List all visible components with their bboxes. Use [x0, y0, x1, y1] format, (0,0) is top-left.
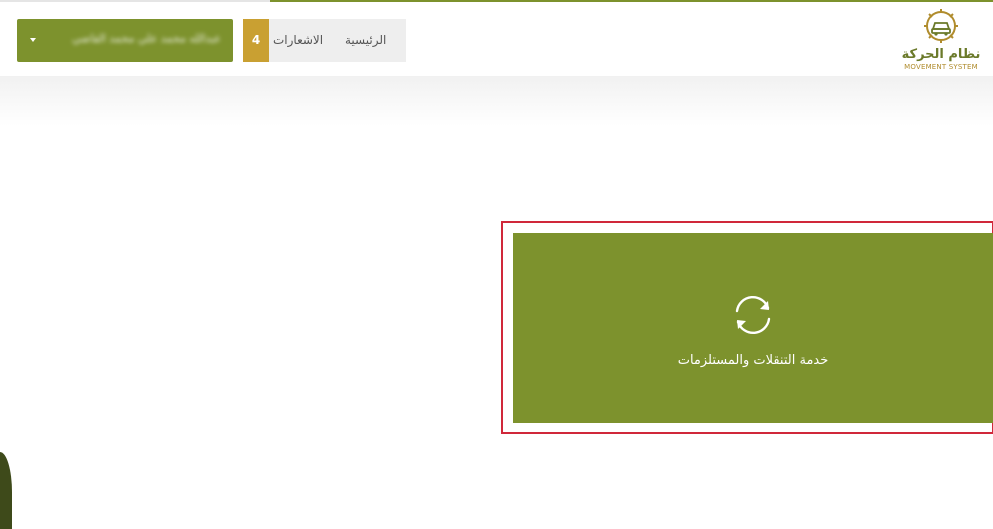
- corner-decoration: [0, 452, 12, 529]
- nav-home-link[interactable]: الرئيسية: [345, 19, 386, 62]
- user-menu-button[interactable]: عبدالله محمد علي محمد القاضي: [17, 19, 233, 62]
- logo[interactable]: نظام الحركة MOVEMENT SYSTEM: [893, 6, 989, 76]
- logo-title-en: MOVEMENT SYSTEM: [904, 63, 978, 71]
- user-name: عبدالله محمد علي محمد القاضي: [71, 32, 221, 45]
- logo-title-ar: نظام الحركة: [901, 47, 981, 62]
- caret-down-icon: [30, 38, 36, 42]
- service-card-transfers-supplies[interactable]: خدمة التنقلات والمستلزمات: [513, 233, 993, 423]
- service-card-label: خدمة التنقلات والمستلزمات: [677, 353, 829, 368]
- nav-notifications-link[interactable]: الاشعارات: [273, 19, 323, 62]
- notifications-count-badge[interactable]: 4: [243, 19, 269, 62]
- sync-icon: [735, 295, 771, 335]
- car-gear-logo-icon: [924, 9, 958, 43]
- header-shadow: [0, 76, 993, 126]
- top-nav: 4 الاشعارات الرئيسية: [243, 19, 406, 62]
- top-header: عبدالله محمد علي محمد القاضي 4 الاشعارات…: [0, 2, 993, 76]
